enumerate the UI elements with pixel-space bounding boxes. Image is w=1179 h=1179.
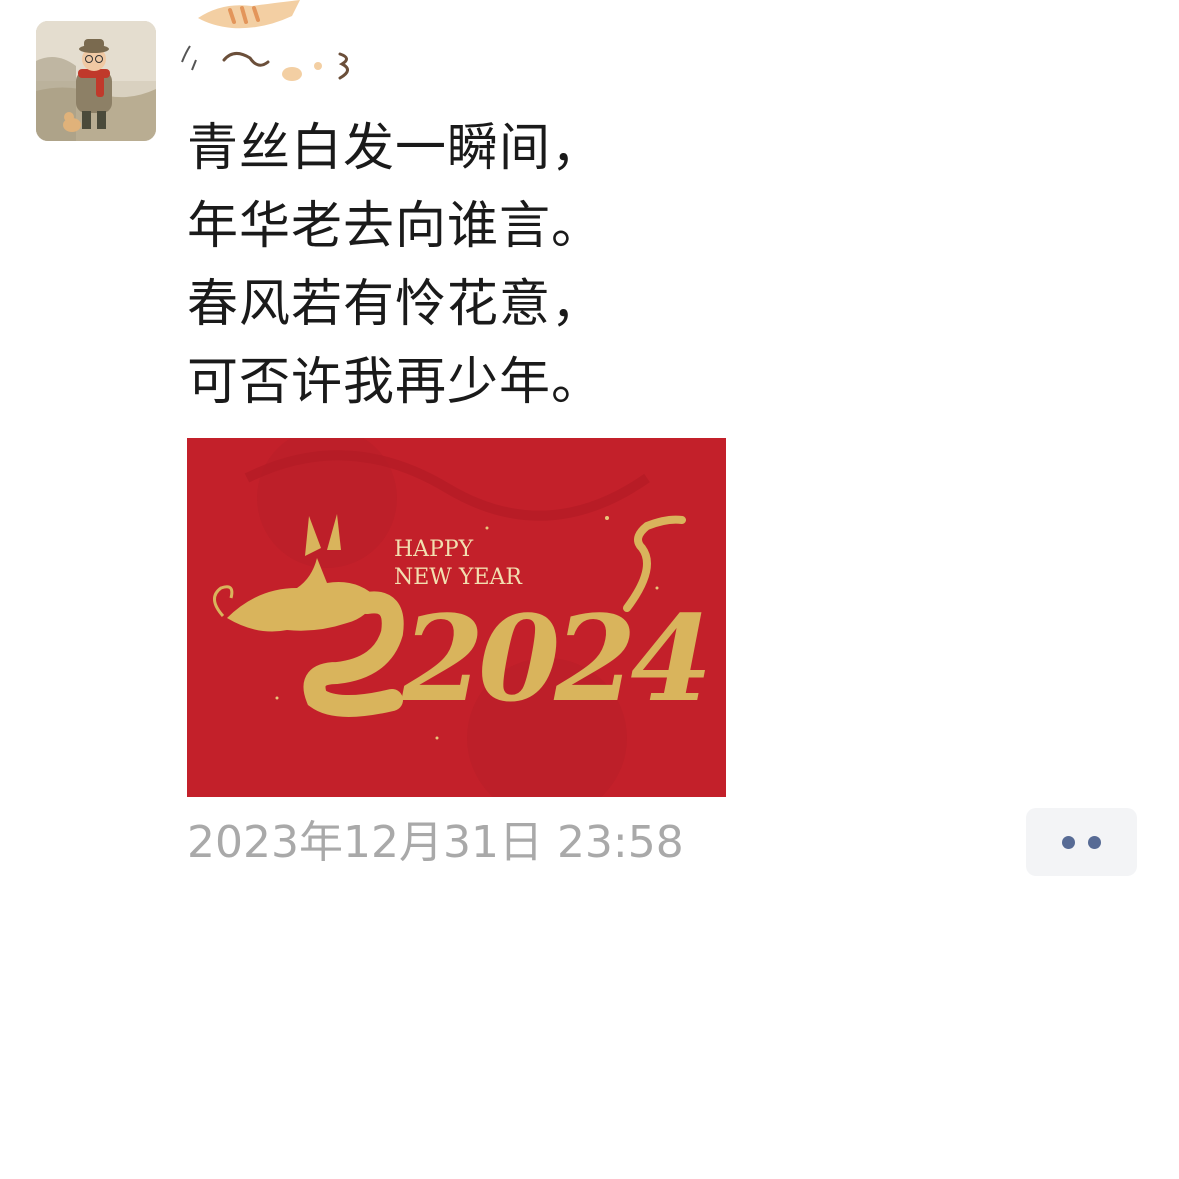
greeting-line1: HAPPY [394, 537, 474, 562]
post-timestamp: 2023年12月31日 23:58 [187, 817, 684, 868]
post-line: 年华老去向谁言。 [187, 197, 604, 256]
post-line: 青丝白发一瞬间， [187, 119, 604, 178]
post-line: 春风若有怜花意， [187, 275, 604, 334]
year-text: 2024 [401, 589, 706, 728]
cartoon-old-man-avatar-icon [36, 21, 156, 141]
more-button[interactable] [1026, 808, 1137, 876]
moments-post: 青丝白发一瞬间， 年华老去向谁言。 春风若有怜花意， 可否许我再少年。 HAPP… [0, 0, 1179, 1179]
greeting-line2: NEW YEAR [394, 565, 523, 590]
cat-doodle-name-art-icon[interactable] [172, 0, 362, 90]
avatar[interactable] [36, 21, 156, 141]
post-text: 青丝白发一瞬间， 年华老去向谁言。 春风若有怜花意， 可否许我再少年。 [187, 110, 747, 422]
post-line: 可否许我再少年。 [187, 353, 604, 412]
post-image[interactable]: HAPPY NEW YEAR 2024 [187, 438, 726, 797]
